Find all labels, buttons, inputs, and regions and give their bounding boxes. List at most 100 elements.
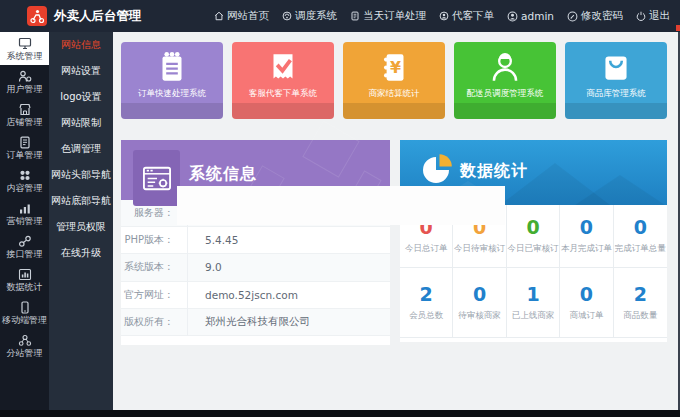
courier-icon	[486, 46, 524, 86]
data-stats-title: 数据统计	[460, 161, 528, 182]
info-row-copyright: 版权所有： 郑州光合科技有限公司	[121, 309, 390, 336]
info-value: 5.4.45	[187, 234, 238, 246]
user-icon	[507, 11, 518, 22]
sidebar-item-content[interactable]: 内容管理	[0, 164, 49, 197]
submenu-item-footer-nav[interactable]: 网站底部导航	[49, 188, 113, 214]
stat-value: 0	[634, 217, 647, 238]
tile-courier-dispatch[interactable]: 配送员调度管理系统	[454, 42, 556, 119]
stat-total-completed: 0 完成订单总量	[614, 205, 667, 268]
info-label: 官方网址：	[121, 288, 187, 302]
nav-today-orders[interactable]: 当天订单处理	[350, 9, 426, 23]
nav-label: admin	[521, 10, 554, 22]
stat-online-merchants: 1 已上线商家	[507, 268, 560, 338]
submenu-item-site-limit[interactable]: 网站限制	[49, 110, 113, 136]
info-row-official-site: 官方网址： demo.52jscn.com	[121, 282, 390, 309]
api-icon	[18, 235, 32, 248]
stat-label: 商城订单	[569, 310, 603, 322]
header-decoration	[302, 120, 359, 177]
info-value: demo.52jscn.com	[187, 289, 298, 301]
shop-icon	[18, 103, 32, 116]
nav-label: 调度系统	[295, 9, 337, 23]
nav-admin-account[interactable]: admin	[507, 10, 554, 22]
nav-logout[interactable]: 退出	[636, 9, 670, 23]
tile-label: 订单快速处理系统	[138, 88, 206, 100]
tile-band	[121, 103, 223, 119]
nav-label: 当天订单处理	[363, 9, 426, 23]
stat-value: 2	[420, 284, 433, 305]
notebook-yen-icon: ¥	[376, 46, 412, 86]
info-value: 9.0	[187, 261, 222, 273]
notepad-icon	[154, 46, 190, 86]
quick-tiles: 订单快速处理系统 客服代客下单系统 ¥ 商家结算统计	[121, 42, 667, 119]
sidebar-item-branch[interactable]: 分站管理	[0, 329, 49, 362]
stat-label: 完成订单总量	[615, 243, 666, 255]
home-icon	[214, 11, 224, 21]
scrollbar-marker	[676, 25, 680, 31]
document-icon	[350, 11, 360, 21]
stat-total-products: 2 商品数量	[614, 268, 667, 338]
stat-today-reviewed: 0 今日已审核订	[507, 205, 560, 268]
tile-band	[454, 103, 556, 119]
stat-value: 1	[526, 284, 539, 305]
tile-order-processing[interactable]: 订单快速处理系统	[121, 42, 223, 119]
sidebar-item-label: 数据统计	[7, 282, 43, 292]
tile-agent-ordering[interactable]: 客服代客下单系统	[232, 42, 334, 119]
mobile-icon	[18, 301, 32, 314]
sidebar-item-users[interactable]: 用户管理	[0, 65, 49, 98]
nav-label: 修改密码	[581, 9, 623, 23]
system-info-panel: 系统信息 服务器： PHP版本： 5.4.45 系统版本： 9.0 官方网址： …	[121, 140, 390, 345]
tile-product-library[interactable]: 商品库管理系统	[565, 42, 667, 119]
delivery-rider-icon	[29, 8, 45, 24]
stat-value: 0	[473, 284, 486, 305]
stat-total-members: 2 会员总数	[400, 268, 453, 338]
sidebar-item-label: 移动端管理	[2, 315, 47, 325]
info-value: 郑州光合科技有限公司	[187, 315, 310, 329]
stat-label: 本月完成订单	[561, 243, 612, 255]
nav-dispatch-system[interactable]: 调度系统	[282, 9, 337, 23]
submenu-item-color-management[interactable]: 色调管理	[49, 136, 113, 162]
info-row-php-version: PHP版本： 5.4.45	[121, 227, 390, 254]
stat-label: 待审核商家	[458, 310, 501, 322]
nav-site-home[interactable]: 网站首页	[214, 9, 269, 23]
headset-icon	[282, 11, 292, 21]
topbar: 外卖人后台管理 网站首页 调度系统 当天订单处理 代客下单 admin 修改密码	[0, 0, 680, 32]
sidebar-item-label: 用户管理	[7, 84, 43, 94]
sidebar-item-label: 内容管理	[7, 183, 43, 193]
stat-label: 今日总订单	[405, 243, 448, 255]
system-info-title: 系统信息	[189, 164, 257, 185]
sidebar-item-statistics[interactable]: 数据统计	[0, 263, 49, 296]
info-label: 系统版本：	[121, 260, 187, 274]
stat-value: 0	[580, 284, 593, 305]
sidebar-item-label: 店铺管理	[7, 117, 43, 127]
nav-place-order[interactable]: 代客下单	[439, 9, 494, 23]
stat-label: 商品数量	[623, 310, 657, 322]
power-icon	[636, 11, 646, 21]
sidebar-item-system[interactable]: 系统管理	[0, 32, 49, 65]
stats-icon	[18, 268, 32, 281]
sidebar-item-api[interactable]: 接口管理	[0, 230, 49, 263]
sidebar-item-shops[interactable]: 店铺管理	[0, 98, 49, 131]
stat-pending-merchants: 0 待审核商家	[453, 268, 506, 338]
sidebar-item-orders[interactable]: 订单管理	[0, 131, 49, 164]
tile-merchant-settlement[interactable]: ¥ 商家结算统计	[343, 42, 445, 119]
topnav: 网站首页 调度系统 当天订单处理 代客下单 admin 修改密码 退出	[214, 9, 678, 23]
submenu-item-site-info[interactable]: 网站信息	[49, 32, 113, 58]
submenu-item-online-upgrade[interactable]: 在线升级	[49, 240, 113, 266]
sidebar-item-marketing[interactable]: 营销管理	[0, 197, 49, 230]
system-window-icon	[141, 164, 173, 192]
receipt-check-icon	[265, 46, 301, 86]
nav-change-password[interactable]: 修改密码	[567, 9, 623, 23]
tile-label: 客服代客下单系统	[249, 88, 317, 100]
user-gear-icon	[18, 70, 32, 83]
data-stats-panel: 数据统计 0 今日总订单 0 今日待审核订 0 今日已审核订 0 本月完成订单 …	[400, 140, 667, 342]
submenu-item-logo-settings[interactable]: logo设置	[49, 84, 113, 110]
sidebar-item-mobile[interactable]: 移动端管理	[0, 296, 49, 329]
monitor-icon	[18, 37, 32, 50]
submenu-item-header-nav[interactable]: 网站头部导航	[49, 162, 113, 188]
window-bottom-edge	[0, 410, 680, 417]
sidebar-item-label: 接口管理	[7, 249, 43, 259]
submenu-item-site-settings[interactable]: 网站设置	[49, 58, 113, 84]
sidebar-item-label: 订单管理	[7, 150, 43, 160]
primary-sidebar: 系统管理 用户管理 店铺管理 订单管理 内容管理 营销管理 接口管理 数据统计 …	[0, 32, 49, 410]
submenu-item-admin-rights[interactable]: 管理员权限	[49, 214, 113, 240]
